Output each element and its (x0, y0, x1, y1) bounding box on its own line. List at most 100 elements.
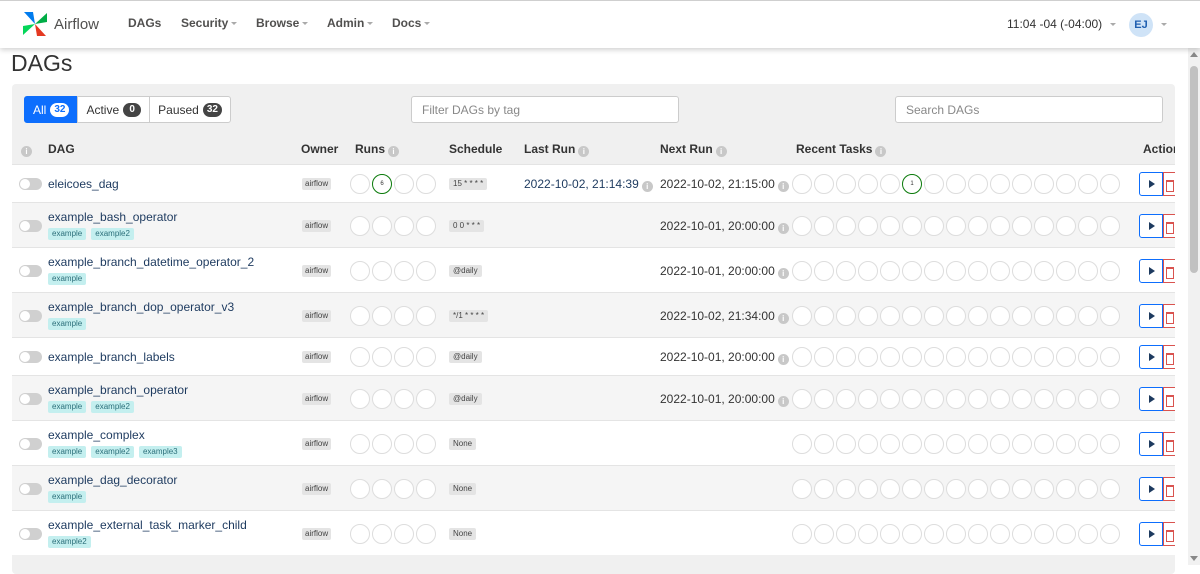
run-status-circle[interactable] (416, 174, 436, 194)
task-status-circle[interactable] (814, 306, 834, 326)
run-status-circle[interactable] (416, 216, 436, 236)
task-status-circle[interactable] (814, 479, 834, 499)
task-status-circle[interactable] (880, 174, 900, 194)
nav-dags[interactable]: DAGs (128, 16, 161, 30)
dag-tag[interactable]: example (48, 228, 87, 240)
info-icon[interactable]: i (777, 354, 789, 365)
task-status-circle[interactable] (990, 434, 1010, 454)
task-status-circle[interactable] (990, 389, 1010, 409)
task-status-circle[interactable] (814, 261, 834, 281)
task-status-circle[interactable] (902, 524, 922, 544)
task-status-circle[interactable] (924, 434, 944, 454)
run-status-circle[interactable] (416, 389, 436, 409)
task-status-circle[interactable] (924, 347, 944, 367)
task-status-circle[interactable] (924, 174, 944, 194)
run-status-circle[interactable] (372, 347, 392, 367)
task-status-circle[interactable] (792, 479, 812, 499)
delete-dag-button[interactable] (1163, 477, 1175, 501)
task-status-circle[interactable] (924, 216, 944, 236)
run-status-circle[interactable] (416, 347, 436, 367)
task-status-circle[interactable] (968, 261, 988, 281)
task-status-circle[interactable] (1056, 261, 1076, 281)
search-dags-input[interactable] (895, 96, 1163, 123)
task-status-circle[interactable] (968, 434, 988, 454)
task-status-circle[interactable] (792, 389, 812, 409)
scroll-down-arrow-icon[interactable] (1190, 556, 1198, 561)
task-status-circle[interactable] (968, 216, 988, 236)
nav-admin[interactable]: Admin (327, 16, 374, 30)
task-status-circle[interactable] (1056, 524, 1076, 544)
task-status-circle[interactable] (792, 524, 812, 544)
task-status-circle[interactable] (968, 174, 988, 194)
task-status-circle[interactable] (858, 524, 878, 544)
task-status-circle[interactable] (836, 434, 856, 454)
run-status-circle[interactable] (372, 306, 392, 326)
scroll-up-arrow-icon[interactable] (1190, 52, 1198, 57)
trigger-dag-button[interactable] (1139, 259, 1163, 283)
task-status-circle[interactable] (880, 347, 900, 367)
pause-toggle[interactable] (19, 220, 42, 232)
run-status-circle[interactable] (394, 306, 414, 326)
info-icon[interactable]: i (578, 146, 590, 157)
task-status-circle[interactable] (1100, 261, 1120, 281)
brand[interactable]: Airflow (20, 9, 99, 39)
nav-browse[interactable]: Browse (256, 16, 309, 30)
dag-tag[interactable]: example2 (48, 536, 91, 548)
filter-all-button[interactable]: All 32 (24, 96, 79, 123)
task-status-circle[interactable] (792, 347, 812, 367)
run-status-circle[interactable] (416, 479, 436, 499)
task-status-circle[interactable] (792, 306, 812, 326)
dag-tag[interactable]: example2 (91, 401, 134, 413)
task-status-circle[interactable]: 1 (902, 174, 922, 194)
task-status-circle[interactable] (880, 216, 900, 236)
page-scrollbar[interactable] (1188, 48, 1200, 565)
task-status-circle[interactable] (902, 216, 922, 236)
info-icon[interactable]: i (777, 396, 789, 407)
info-icon[interactable]: i (715, 146, 727, 157)
task-status-circle[interactable] (946, 261, 966, 281)
task-status-circle[interactable] (968, 479, 988, 499)
task-status-circle[interactable] (836, 389, 856, 409)
pause-toggle[interactable] (19, 438, 42, 450)
task-status-circle[interactable] (814, 389, 834, 409)
task-status-circle[interactable] (836, 347, 856, 367)
pause-toggle[interactable] (19, 483, 42, 495)
task-status-circle[interactable] (1034, 479, 1054, 499)
task-status-circle[interactable] (946, 306, 966, 326)
task-status-circle[interactable] (1100, 216, 1120, 236)
delete-dag-button[interactable] (1163, 259, 1175, 283)
task-status-circle[interactable] (792, 434, 812, 454)
dag-name-link[interactable]: example_branch_operator (48, 383, 188, 397)
task-status-circle[interactable] (1100, 389, 1120, 409)
task-status-circle[interactable] (1078, 434, 1098, 454)
trigger-dag-button[interactable] (1139, 477, 1163, 501)
dag-tag[interactable]: example (48, 318, 87, 330)
task-status-circle[interactable] (946, 524, 966, 544)
timezone-clock[interactable]: 11:04 -04 (-04:00) (1007, 17, 1117, 31)
nav-docs[interactable]: Docs (392, 16, 431, 30)
task-status-circle[interactable] (946, 479, 966, 499)
last-run-link[interactable]: 2022-10-02, 21:14:39 i (524, 177, 653, 192)
task-status-circle[interactable] (814, 174, 834, 194)
task-status-circle[interactable] (1100, 306, 1120, 326)
task-status-circle[interactable] (814, 347, 834, 367)
task-status-circle[interactable] (858, 261, 878, 281)
task-status-circle[interactable] (902, 306, 922, 326)
tag-filter-input[interactable] (411, 96, 679, 123)
task-status-circle[interactable] (1100, 434, 1120, 454)
task-status-circle[interactable] (858, 174, 878, 194)
task-status-circle[interactable] (1012, 479, 1032, 499)
task-status-circle[interactable] (968, 347, 988, 367)
task-status-circle[interactable] (792, 216, 812, 236)
task-status-circle[interactable] (902, 389, 922, 409)
task-status-circle[interactable] (880, 389, 900, 409)
task-status-circle[interactable] (836, 261, 856, 281)
run-status-circle[interactable] (372, 434, 392, 454)
run-status-circle[interactable] (372, 216, 392, 236)
task-status-circle[interactable] (1012, 174, 1032, 194)
dag-name-link[interactable]: example_complex (48, 428, 145, 442)
run-status-circle[interactable] (394, 174, 414, 194)
dag-name-link[interactable]: example_dag_decorator (48, 473, 177, 487)
task-status-circle[interactable] (1012, 216, 1032, 236)
task-status-circle[interactable] (880, 479, 900, 499)
